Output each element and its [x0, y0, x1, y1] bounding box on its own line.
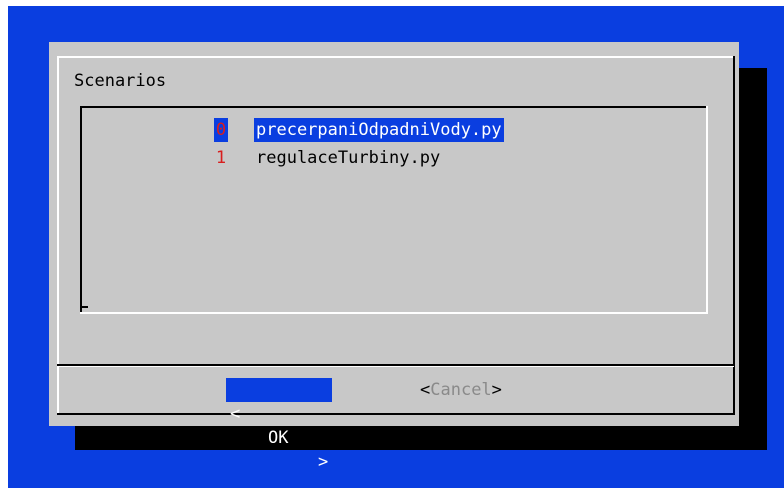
list-border-corner	[80, 306, 88, 308]
ok-button-label: OK	[268, 428, 289, 448]
list-item-tag[interactable]: 1	[214, 146, 228, 170]
button-area-separator-highlight	[57, 366, 734, 367]
list-border-bottom	[80, 312, 708, 314]
list-item-precerpani[interactable]: precerpaniOdpadniVody.py	[254, 118, 504, 142]
dialog-border-top	[57, 56, 734, 58]
list-item-tag[interactable]: 0	[214, 118, 228, 142]
ok-button-right-bracket: >	[318, 452, 329, 472]
list-border-left	[80, 106, 82, 314]
cancel-button[interactable]: <Cancel>	[420, 378, 502, 402]
dialog-border-bottom	[57, 413, 735, 415]
list-item-regulace[interactable]: regulaceTurbiny.py	[254, 146, 442, 170]
cancel-button-label: Cancel	[430, 380, 492, 400]
cancel-button-right-bracket: >	[491, 380, 502, 400]
dialog-title: Scenarios	[74, 71, 167, 91]
ok-button[interactable]: < OK >	[226, 378, 332, 472]
ok-button-left-bracket: <	[230, 404, 241, 424]
cancel-button-left-bracket: <	[420, 380, 431, 400]
list-border-right	[706, 106, 708, 314]
dialog-border-left	[57, 56, 59, 414]
list-border-top	[80, 106, 708, 108]
dialog-border-right	[733, 56, 735, 414]
